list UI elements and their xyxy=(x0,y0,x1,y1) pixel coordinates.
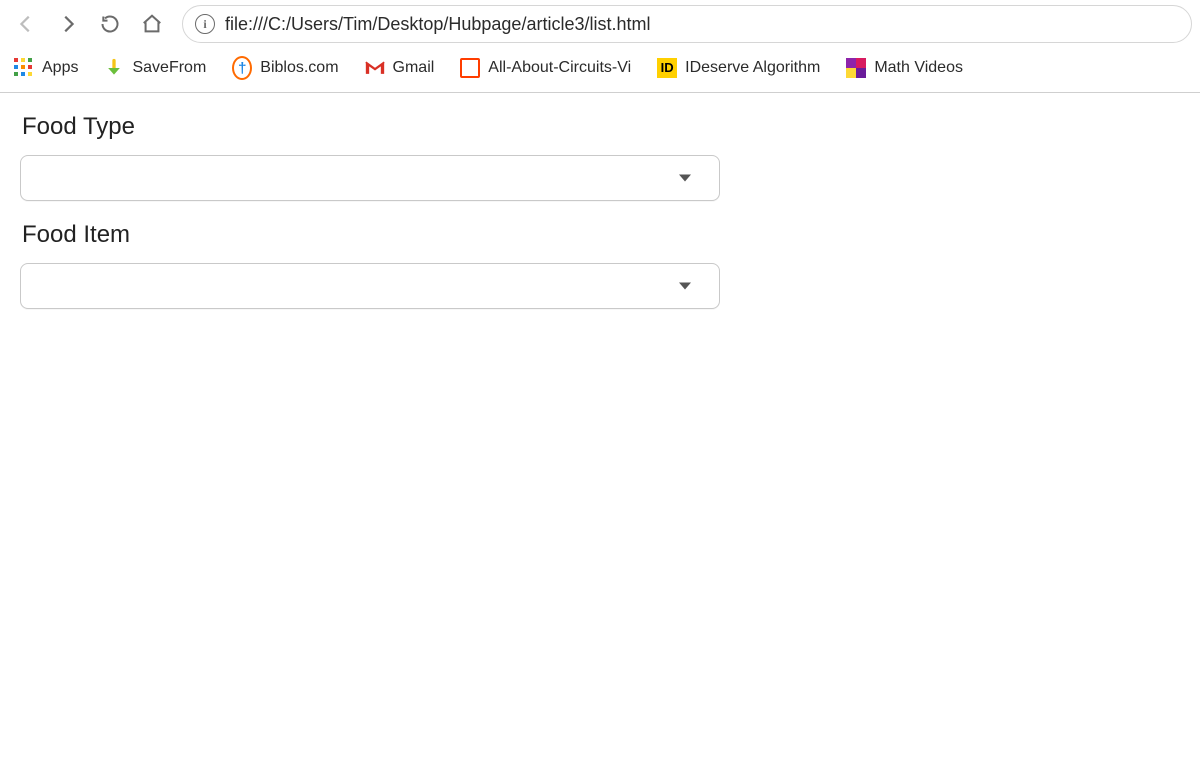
forward-button[interactable] xyxy=(50,6,86,42)
address-bar[interactable]: i file:///C:/Users/Tim/Desktop/Hubpage/a… xyxy=(182,5,1192,43)
apps-icon xyxy=(14,58,34,78)
bookmark-allaboutcircuits[interactable]: All-About-Circuits-Vi xyxy=(454,54,637,82)
food-type-select[interactable] xyxy=(20,155,720,201)
bookmark-savefrom[interactable]: SaveFrom xyxy=(98,54,212,82)
bookmark-label: Gmail xyxy=(393,59,435,77)
download-arrow-icon xyxy=(104,58,124,78)
food-item-label: Food Item xyxy=(22,221,1178,249)
bookmark-label: SaveFrom xyxy=(132,59,206,77)
bookmark-label: All-About-Circuits-Vi xyxy=(488,59,631,77)
address-text: file:///C:/Users/Tim/Desktop/Hubpage/art… xyxy=(225,14,650,35)
bookmark-label: IDeserve Algorithm xyxy=(685,59,820,77)
food-type-label: Food Type xyxy=(22,113,1178,141)
cross-circle-icon: † xyxy=(232,58,252,78)
back-button[interactable] xyxy=(8,6,44,42)
bookmark-gmail[interactable]: Gmail xyxy=(359,54,441,82)
bookmark-label: Math Videos xyxy=(874,59,963,77)
gmail-icon xyxy=(365,58,385,78)
nav-toolbar: i file:///C:/Users/Tim/Desktop/Hubpage/a… xyxy=(0,0,1200,48)
page-content: Food Type Food Item xyxy=(0,93,1200,343)
bookmark-label: Biblos.com xyxy=(260,59,338,77)
bookmarks-bar: Apps SaveFrom † Biblos.com Gmail All-Abo… xyxy=(0,48,1200,92)
bookmark-biblos[interactable]: † Biblos.com xyxy=(226,54,344,82)
id-badge-icon: ID xyxy=(657,58,677,78)
bookmark-mathvideos[interactable]: Math Videos xyxy=(840,54,969,82)
bookmark-label: Apps xyxy=(42,59,78,77)
food-item-select[interactable] xyxy=(20,263,720,309)
reload-button[interactable] xyxy=(92,6,128,42)
site-info-icon[interactable]: i xyxy=(195,14,215,34)
square-outline-icon xyxy=(460,58,480,78)
browser-chrome: i file:///C:/Users/Tim/Desktop/Hubpage/a… xyxy=(0,0,1200,93)
grid-squares-icon xyxy=(846,58,866,78)
bookmark-apps[interactable]: Apps xyxy=(8,54,84,82)
home-button[interactable] xyxy=(134,6,170,42)
bookmark-ideserve[interactable]: ID IDeserve Algorithm xyxy=(651,54,826,82)
